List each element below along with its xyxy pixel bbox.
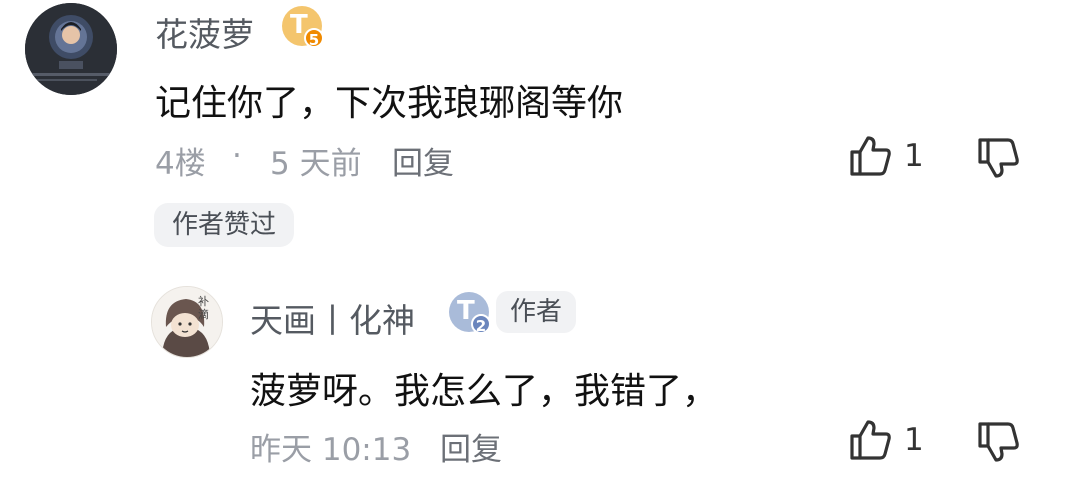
reply-button[interactable]: 回复 bbox=[392, 138, 454, 183]
commenter-avatar[interactable] bbox=[25, 3, 117, 95]
reply-text: 菠萝呀。我怎么了，我错了， bbox=[250, 371, 719, 412]
badge-level: 5 bbox=[304, 28, 324, 49]
meta-separator: · bbox=[232, 138, 242, 174]
level-badge-icon: T 5 bbox=[282, 6, 324, 49]
comment-text: 记住你了，下次我琅琊阁等你 bbox=[155, 83, 624, 124]
avatar-caption: 补滴 bbox=[198, 295, 209, 321]
thumbs-down-icon[interactable] bbox=[974, 134, 1022, 182]
thumbs-up-icon[interactable] bbox=[846, 416, 894, 464]
reply-time: 昨天 10:13 bbox=[250, 432, 412, 468]
commenter-username[interactable]: 花菠萝 bbox=[155, 8, 254, 56]
badge-level: 2 bbox=[471, 314, 491, 335]
thumbs-up-icon[interactable] bbox=[846, 132, 894, 180]
comment-time: 5 天前 bbox=[270, 146, 362, 182]
replier-username[interactable]: 天画丨化神 bbox=[250, 294, 415, 342]
thumbs-down-icon[interactable] bbox=[974, 418, 1022, 466]
level-badge-icon: T 2 bbox=[449, 292, 491, 335]
avatar-image bbox=[152, 287, 222, 357]
comment-floor: 4楼 bbox=[155, 146, 206, 182]
like-count: 1 bbox=[904, 138, 924, 174]
like-count: 1 bbox=[904, 422, 924, 458]
avatar-image bbox=[25, 3, 117, 95]
reply-button[interactable]: 回复 bbox=[440, 424, 502, 469]
replier-avatar[interactable]: 补滴 bbox=[151, 286, 223, 358]
author-tag: 作者 bbox=[496, 291, 577, 333]
author-liked-badge: 作者赞过 bbox=[154, 203, 295, 247]
